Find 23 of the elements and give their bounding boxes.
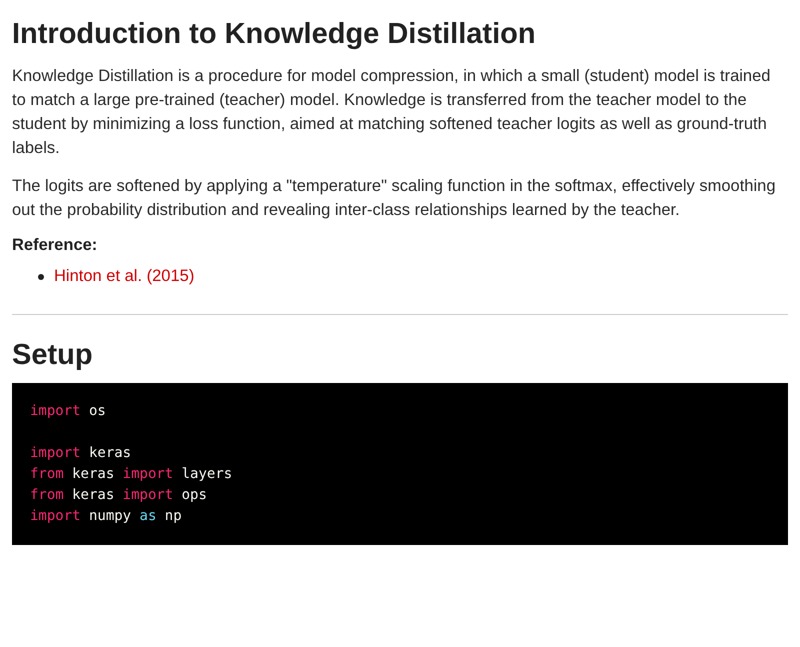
section-heading: Introduction to Knowledge Distillation (12, 17, 537, 52)
code-token: import (122, 487, 174, 503)
code-token: keras (88, 445, 132, 461)
reference-label: Reference: (12, 236, 98, 255)
code-token: from (30, 487, 64, 503)
code-token: import (30, 508, 81, 524)
reference-link[interactable]: Hinton et al. (2015) (54, 267, 194, 286)
code-token: from (30, 466, 64, 482)
code-token: keras (72, 466, 114, 482)
bullet-icon (38, 274, 44, 280)
code-token: ops (182, 487, 207, 503)
paragraph: The logits are softened by applying a "temperature" scaling function in the softmax, effectively smoothing out the probability distribution and revealing inter-class relationships learned by the teacher. (12, 176, 776, 221)
paragraph: Knowledge Distillation is a procedure for model compression, in which a small (student) model is trained to match a large pre-trained (teacher) model. Knowledge is transferred from the teacher model to the student by minimizing a loss function, aimed at matching softened teacher logits as well as ground-truth labels. (12, 66, 772, 159)
code-token: import (30, 445, 81, 461)
code-token: os (88, 403, 106, 419)
section-heading: Setup (12, 338, 94, 373)
code-token: import (30, 403, 81, 419)
code-token: layers (182, 466, 232, 482)
code-token: import (122, 466, 174, 482)
code-token: np (164, 508, 182, 524)
code-token: keras (72, 487, 114, 503)
code-token: numpy (88, 508, 132, 524)
code-token: as (140, 508, 156, 524)
